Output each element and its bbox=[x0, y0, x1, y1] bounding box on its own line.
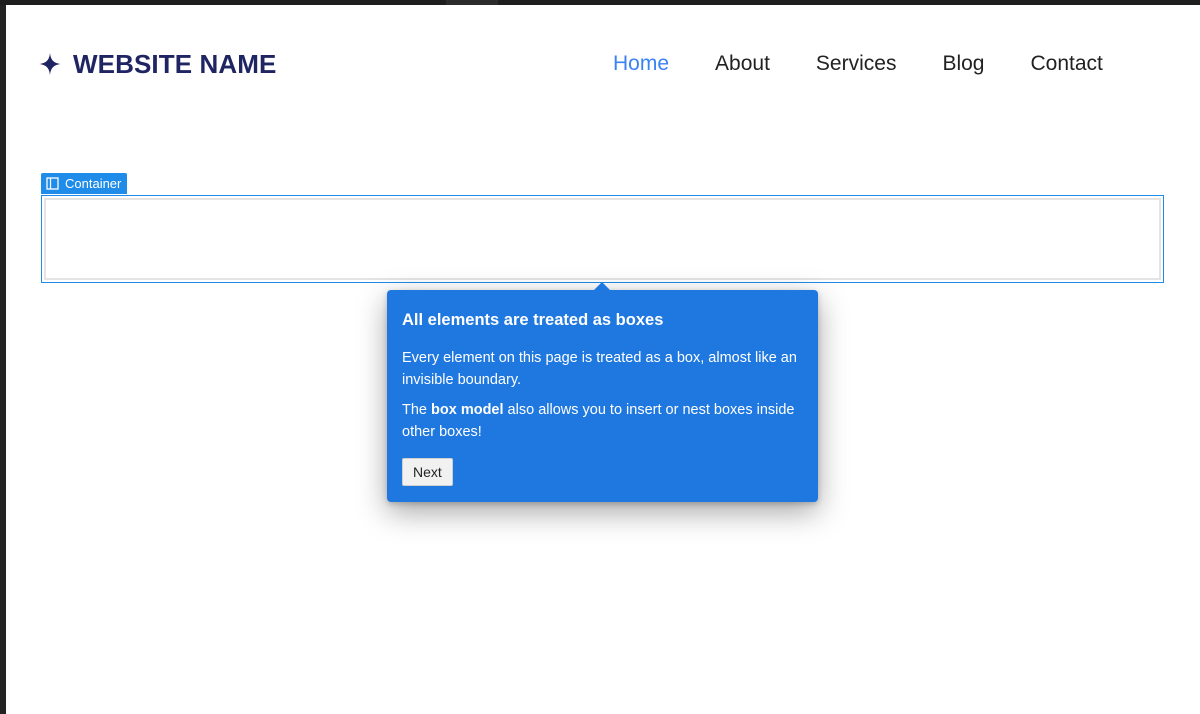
page-canvas: WEBSITE NAME Home About Services Blog Co… bbox=[6, 5, 1200, 714]
layout-panel-icon bbox=[46, 177, 59, 190]
brand-name: WEBSITE NAME bbox=[73, 48, 277, 79]
site-header: WEBSITE NAME Home About Services Blog Co… bbox=[6, 5, 1200, 121]
next-button[interactable]: Next bbox=[402, 458, 453, 486]
nav-item-blog[interactable]: Blog bbox=[942, 52, 984, 76]
container-tag-label: Container bbox=[65, 176, 122, 191]
tooltip-paragraph-2: The box model also allows you to insert … bbox=[402, 400, 803, 443]
container-inner-box[interactable] bbox=[44, 198, 1161, 280]
container-selection-tag[interactable]: Container bbox=[41, 173, 128, 194]
tooltip-paragraph-2-bold: box model bbox=[431, 402, 504, 418]
brand[interactable]: WEBSITE NAME bbox=[39, 47, 276, 81]
nav-item-contact[interactable]: Contact bbox=[1030, 52, 1102, 76]
nav-item-services[interactable]: Services bbox=[816, 52, 897, 76]
main-nav: Home About Services Blog Contact bbox=[613, 49, 1103, 79]
nav-item-home[interactable]: Home bbox=[613, 52, 669, 76]
tour-tooltip: All elements are treated as boxes Every … bbox=[387, 282, 818, 502]
nav-item-about[interactable]: About bbox=[715, 52, 770, 76]
tooltip-paragraph-2-prefix: The bbox=[402, 402, 432, 418]
sparkle-star-icon bbox=[39, 53, 61, 75]
tooltip-arrow bbox=[593, 282, 611, 291]
tooltip-paragraph-1: Every element on this page is treated as… bbox=[402, 350, 797, 388]
selected-container[interactable] bbox=[41, 195, 1164, 283]
tooltip-title: All elements are treated as boxes bbox=[402, 311, 664, 329]
